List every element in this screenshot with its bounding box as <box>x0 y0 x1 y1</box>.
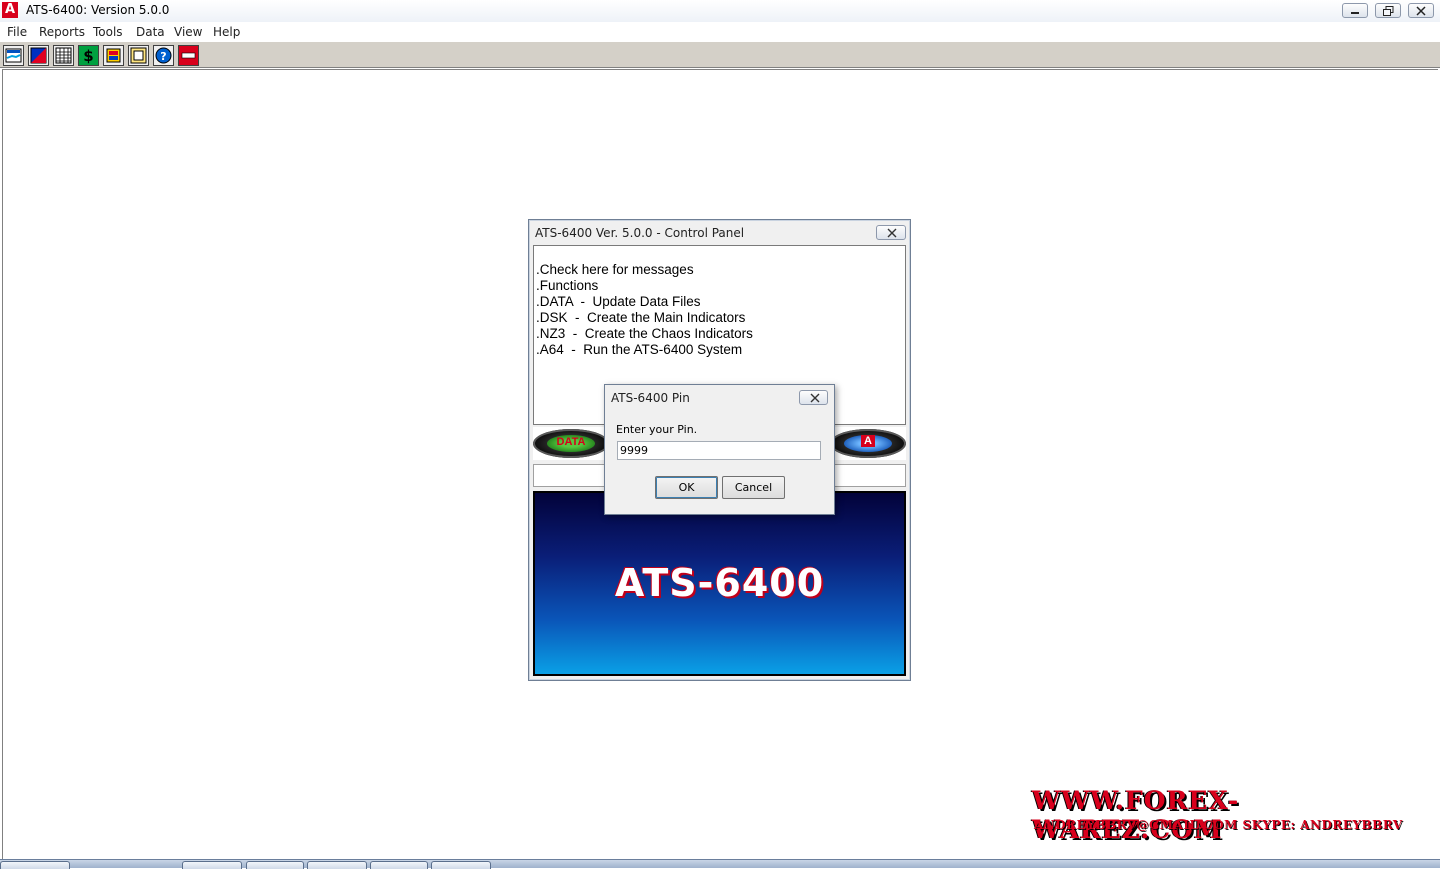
taskbar <box>0 859 1440 869</box>
toolbar-grid-button[interactable] <box>53 45 74 66</box>
control-panel-title: ATS-6400 Ver. 5.0.0 - Control Panel <box>535 226 745 240</box>
message-line: .DATA - Update Data Files <box>536 294 701 309</box>
window-icon <box>130 47 147 64</box>
restore-icon <box>1383 6 1394 16</box>
a64-logo-icon: A <box>830 435 906 447</box>
close-icon <box>1416 6 1426 16</box>
pin-prompt-label: Enter your Pin. <box>616 423 698 436</box>
message-line: .NZ3 - Create the Chaos Indicators <box>536 326 753 341</box>
help-icon: ? <box>155 47 172 64</box>
window-title: ATS-6400: Version 5.0.0 <box>26 3 170 17</box>
title-bar: A ATS-6400: Version 5.0.0 <box>0 0 1440 23</box>
pin-dialog-close-button[interactable] <box>799 390 828 405</box>
pin-dialog-title: ATS-6400 Pin <box>611 391 690 405</box>
toolbar: $ ? <box>0 41 1440 68</box>
toolbar-help-button[interactable]: ? <box>153 45 174 66</box>
message-line: .Functions <box>536 278 599 293</box>
message-line: .A64 - Run the ATS-6400 System <box>536 342 743 357</box>
close-window-button[interactable] <box>1408 3 1434 18</box>
minimize-icon <box>1351 12 1359 14</box>
banner-brand-text: ATS-6400 <box>614 561 825 605</box>
toolbar-dollar-button[interactable]: $ <box>78 45 99 66</box>
toolbar-chart-button[interactable] <box>3 45 24 66</box>
toolbar-window-button[interactable] <box>128 45 149 66</box>
menu-reports[interactable]: Reports <box>39 25 85 39</box>
palette-icon <box>106 48 121 63</box>
watermark-site: WWW.FOREX-WAREZ.COM <box>1032 786 1240 844</box>
message-line: .DSK - Create the Main Indicators <box>536 310 746 325</box>
a64-button[interactable]: A <box>830 429 906 458</box>
svg-text:$: $ <box>83 47 93 65</box>
menu-bar: File Reports Tools Data View Help <box>0 22 1440 41</box>
cancel-button[interactable]: Cancel <box>722 476 785 499</box>
pin-input[interactable] <box>617 441 821 460</box>
message-line[interactable]: .Check here for messages <box>536 262 905 278</box>
data-button[interactable]: DATA <box>533 429 609 458</box>
gradient-chart-icon <box>30 47 47 64</box>
toolbar-gradient-button[interactable] <box>28 45 49 66</box>
minimize-button[interactable] <box>1342 3 1368 18</box>
pin-dialog: ATS-6400 Pin Enter your Pin. OK Cancel <box>604 384 835 515</box>
control-panel-close-button[interactable] <box>876 225 906 240</box>
a64-button-label: A <box>861 435 875 447</box>
menu-view[interactable]: View <box>174 25 202 39</box>
toolbar-palette-button[interactable] <box>103 45 124 66</box>
dollar-icon: $ <box>83 47 93 65</box>
ok-button[interactable]: OK <box>655 476 718 499</box>
data-button-label: DATA <box>556 436 586 448</box>
ats-banner: ATS-6400 <box>533 491 906 676</box>
restore-button[interactable] <box>1375 3 1401 18</box>
app-logo-icon: A <box>2 2 18 18</box>
menu-file[interactable]: File <box>7 25 27 39</box>
stop-icon <box>181 52 196 59</box>
menu-tools[interactable]: Tools <box>93 25 123 39</box>
close-icon <box>887 228 897 238</box>
chart-icon <box>5 48 22 63</box>
watermark-contact: ANDREYBBRV@GMAIL.COM SKYPE: ANDREYBBRV <box>1034 818 1403 832</box>
close-icon <box>810 393 820 403</box>
menu-help[interactable]: Help <box>213 25 240 39</box>
toolbar-stop-button[interactable] <box>178 45 199 66</box>
grid-icon <box>55 47 72 64</box>
menu-data[interactable]: Data <box>136 25 165 39</box>
watermark: WWW.FOREX-WAREZ.COM ANDREYBBRV@GMAIL.COM… <box>1032 786 1412 844</box>
svg-text:?: ? <box>160 50 166 63</box>
